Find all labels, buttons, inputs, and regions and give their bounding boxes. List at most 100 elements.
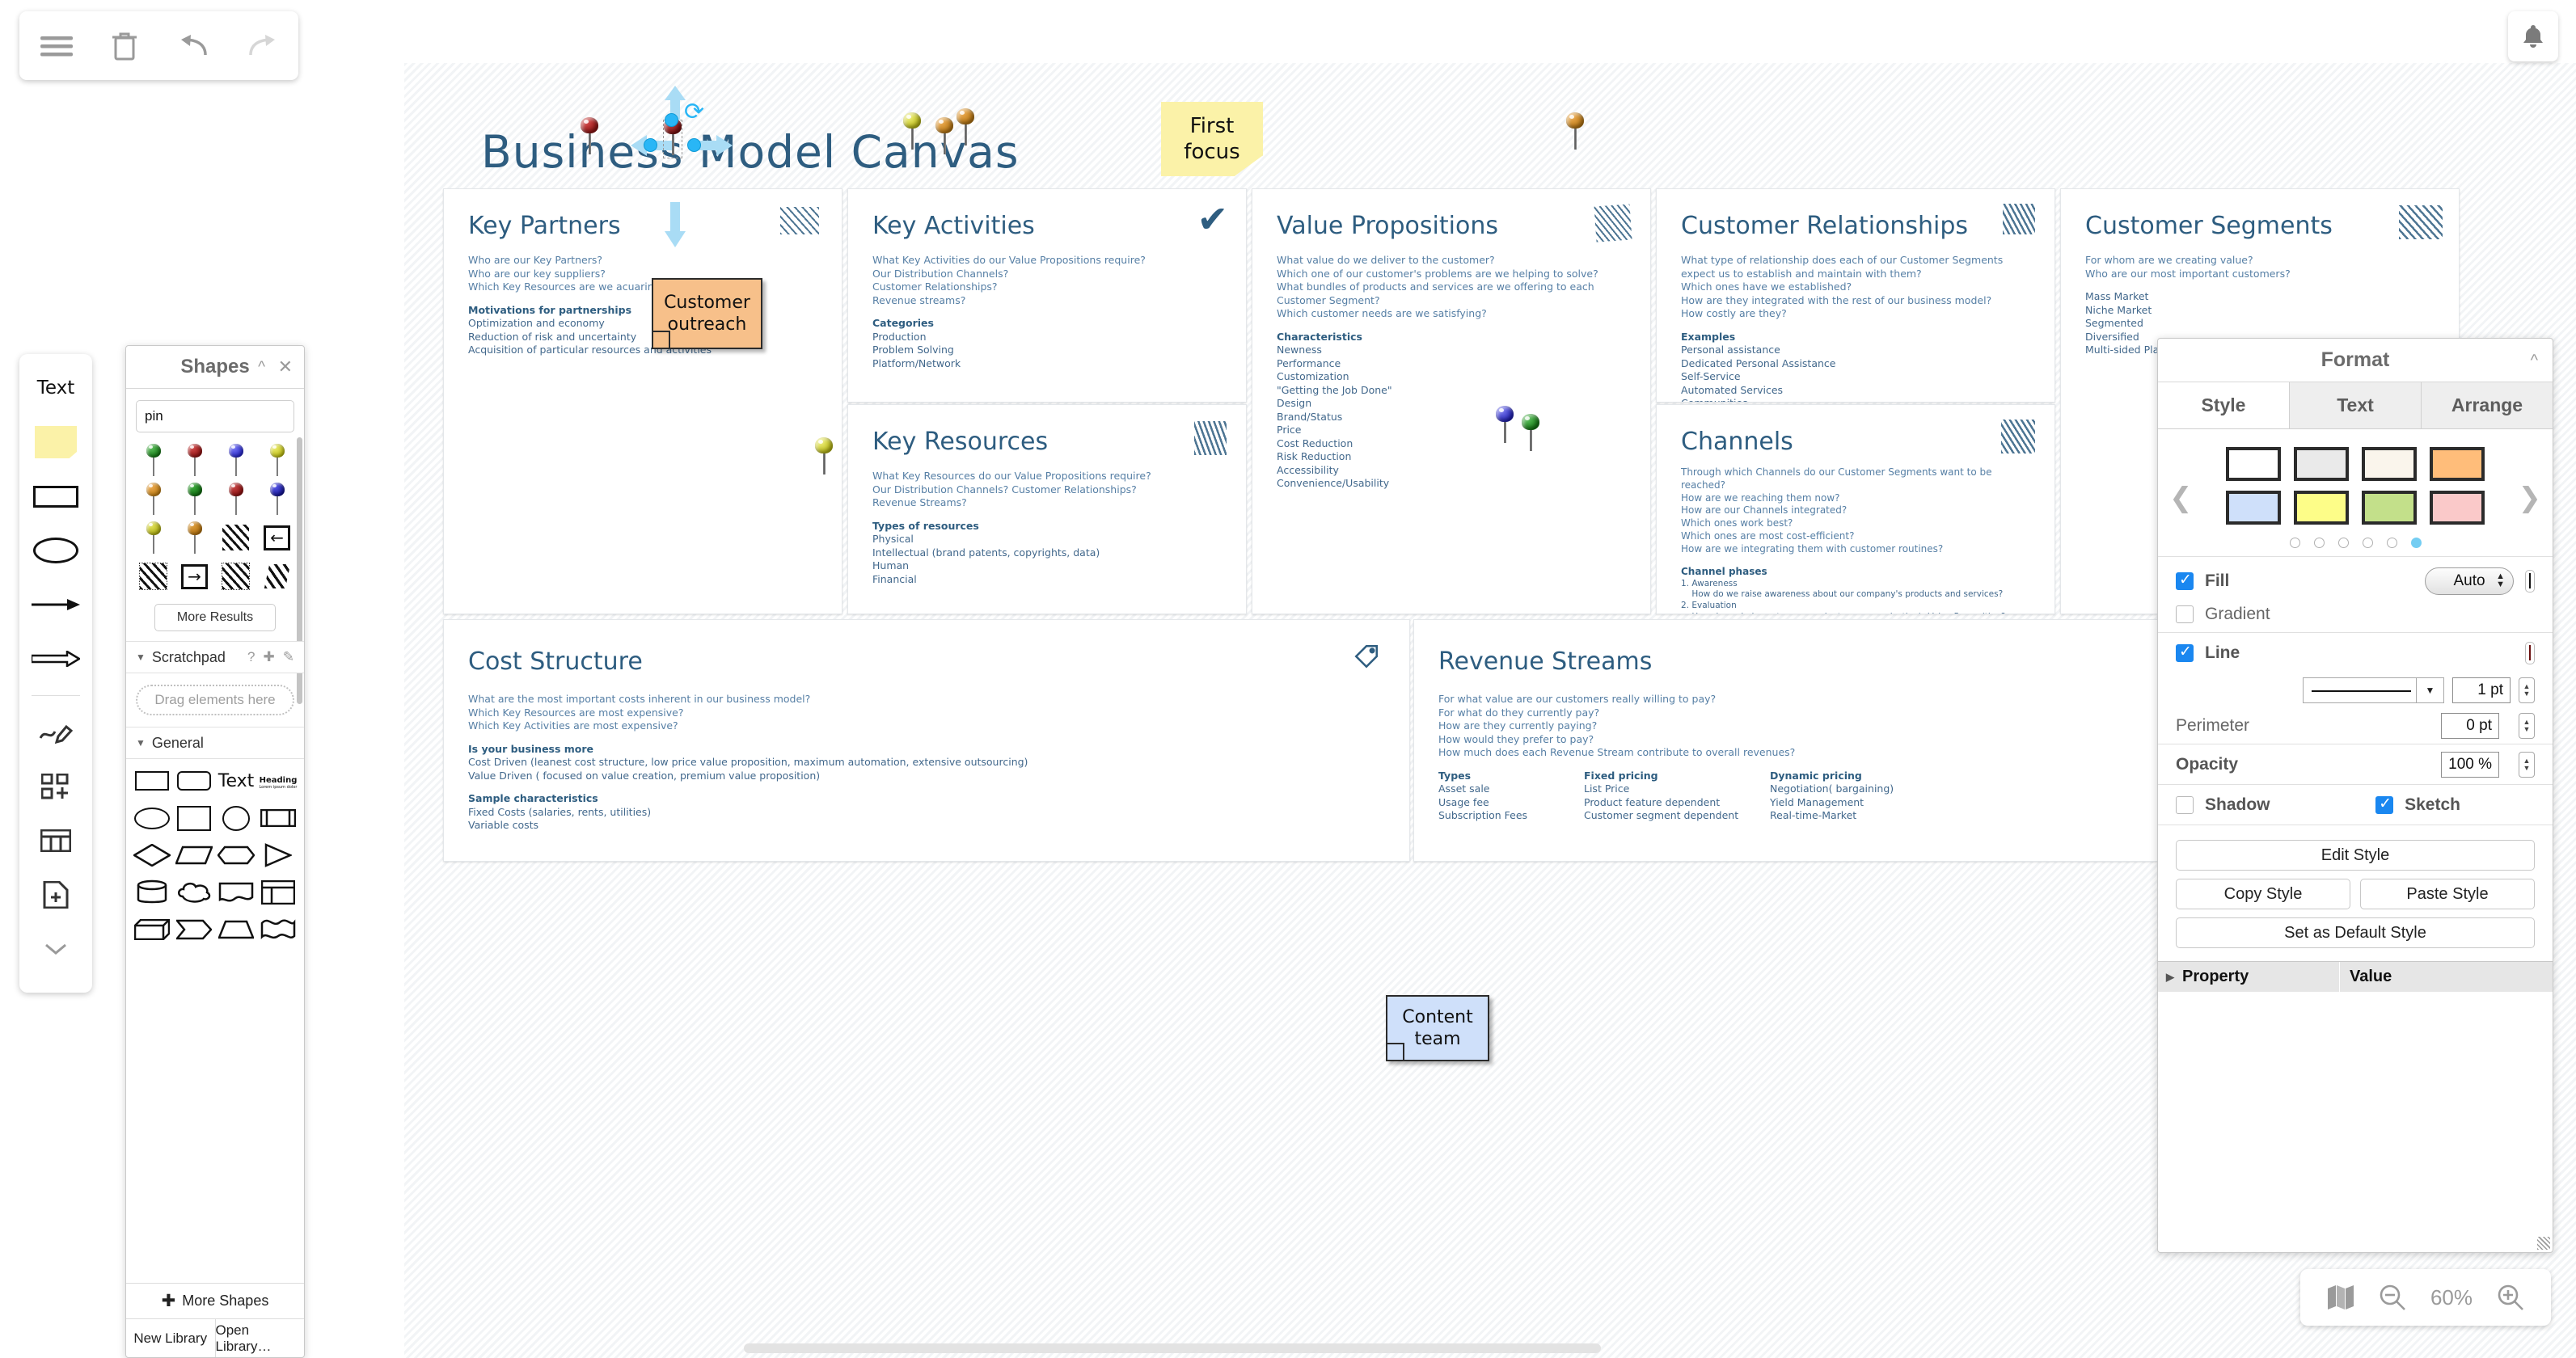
pager-dot-3[interactable]: [2362, 538, 2373, 548]
general-shape-text[interactable]: Text: [215, 767, 257, 795]
general-shape-parallelogram[interactable]: [173, 841, 215, 869]
general-section-header[interactable]: ▼ General: [126, 727, 304, 759]
redo-icon[interactable]: [247, 27, 280, 65]
canvas-cell-key-partners[interactable]: Key Partners Who are our Key Partners? W…: [443, 188, 842, 614]
general-shape-heading[interactable]: Heading Lorem ipsum dolor: [257, 767, 299, 795]
palette-rectangle-shape[interactable]: [27, 475, 84, 517]
search-input[interactable]: [145, 408, 304, 424]
line-width-stepper[interactable]: ▲ ▼: [2519, 677, 2535, 703]
swatch-6[interactable]: [2362, 491, 2417, 525]
paste-style-button[interactable]: Paste Style: [2360, 879, 2535, 909]
gradient-checkbox[interactable]: [2176, 605, 2194, 623]
canvas-cell-cost-structure[interactable]: Cost Structure What are the most importa…: [443, 619, 1410, 862]
general-shape-cube[interactable]: [131, 916, 173, 943]
shape-result-pin-orange[interactable]: [133, 481, 174, 517]
copy-style-button[interactable]: Copy Style: [2176, 879, 2350, 909]
pin-channels-green[interactable]: [1522, 414, 1539, 451]
canvas-cell-channels[interactable]: Channels Through which Channels do our C…: [1656, 404, 2055, 614]
new-library-button[interactable]: New Library: [126, 1319, 215, 1357]
general-shape-circle[interactable]: [215, 804, 257, 832]
line-checkbox[interactable]: [2176, 643, 2194, 662]
palette-table-icon[interactable]: [27, 820, 84, 862]
pin-value-props-orange2[interactable]: [956, 108, 974, 146]
general-shape-trapezoid[interactable]: [215, 916, 257, 943]
palette-add-page-icon[interactable]: [27, 874, 84, 916]
palette-note-shape[interactable]: [27, 421, 84, 463]
general-shape-triangle[interactable]: [257, 841, 299, 869]
opacity-stepper[interactable]: ▲ ▼: [2519, 751, 2535, 778]
palette-arrow-shape[interactable]: [27, 584, 84, 626]
shape-result-hatch[interactable]: [215, 520, 256, 555]
general-shape-rounded-rectangle[interactable]: [173, 767, 215, 795]
swatch-2[interactable]: [2362, 447, 2417, 481]
pin-key-partners[interactable]: [581, 117, 598, 154]
scratchpad-section-header[interactable]: ▼ Scratchpad ? ✚ ✎: [126, 641, 304, 673]
close-icon[interactable]: ✕: [278, 356, 293, 377]
canvas-cell-key-activities[interactable]: Key Activities ✔ What Key Activities do …: [847, 188, 1247, 403]
general-shape-cylinder[interactable]: [131, 879, 173, 906]
panel-resize-handle[interactable]: [2537, 1237, 2550, 1250]
line-style-select[interactable]: ▼: [2303, 677, 2444, 703]
general-shape-ellipse[interactable]: [131, 804, 173, 832]
shape-result-pin-orange-2[interactable]: [174, 520, 215, 555]
menu-icon[interactable]: [40, 27, 73, 65]
fill-checkbox[interactable]: [2176, 571, 2194, 590]
shape-result-hatch-dotted-2[interactable]: [215, 559, 256, 594]
zoom-in-button[interactable]: [2497, 1284, 2524, 1311]
swatch-4[interactable]: [2226, 491, 2281, 525]
shape-result-pin-green[interactable]: [133, 442, 174, 478]
set-default-style-button[interactable]: Set as Default Style: [2176, 917, 2535, 948]
opacity-input[interactable]: 100 %: [2441, 751, 2499, 778]
general-shape-internal-storage[interactable]: [257, 879, 299, 906]
pin-value-props-orange1[interactable]: [935, 117, 953, 154]
swatch-prev-icon[interactable]: ❮: [2169, 484, 2193, 512]
line-width-input[interactable]: 1 pt: [2452, 677, 2511, 703]
shape-result-pin-yellow[interactable]: [256, 442, 298, 478]
shape-result-pin-green-2[interactable]: [174, 481, 215, 517]
palette-freehand-icon[interactable]: [27, 711, 84, 753]
pager-dot-2[interactable]: [2337, 538, 2349, 548]
pager-dot-0[interactable]: [2289, 538, 2300, 548]
sticky-note-customer-outreach[interactable]: Customer outreach: [652, 278, 762, 349]
collapse-icon[interactable]: ^: [2531, 352, 2538, 370]
shape-result-pin-darkblue[interactable]: [256, 481, 298, 517]
canvas-cell-key-resources[interactable]: Key Resources What Key Resources do our …: [847, 404, 1247, 614]
pin-channels-blue[interactable]: [1496, 406, 1514, 443]
open-library-button[interactable]: Open Library…: [214, 1319, 305, 1357]
help-icon[interactable]: ?: [247, 649, 255, 665]
pager-dot-5[interactable]: [2410, 538, 2422, 548]
outline-map-icon[interactable]: [2327, 1284, 2354, 1310]
general-shape-hexagon[interactable]: [215, 841, 257, 869]
tab-style[interactable]: Style: [2158, 382, 2289, 428]
delete-icon[interactable]: [112, 27, 137, 65]
shape-result-pin-yellow-2[interactable]: [133, 520, 174, 555]
edit-style-button[interactable]: Edit Style: [2176, 840, 2535, 871]
palette-expand-more-icon[interactable]: [27, 928, 84, 970]
more-results-button[interactable]: More Results: [154, 604, 276, 631]
canvas-cell-value-propositions[interactable]: Value Propositions What value do we deli…: [1252, 188, 1651, 614]
swatch-3[interactable]: [2430, 447, 2485, 481]
perimeter-stepper[interactable]: ▲ ▼: [2519, 713, 2535, 739]
sticky-note-first-focus[interactable]: First focus: [1161, 102, 1263, 176]
shape-result-pin-blue[interactable]: [215, 442, 256, 478]
add-icon[interactable]: ✚: [264, 649, 275, 665]
shape-result-pin-red[interactable]: [174, 442, 215, 478]
pager-dot-1[interactable]: [2313, 538, 2325, 548]
perimeter-input[interactable]: 0 pt: [2441, 713, 2499, 739]
shape-result-arrow-left[interactable]: ←: [256, 520, 298, 555]
zoom-level-label[interactable]: 60%: [2430, 1285, 2473, 1310]
undo-icon[interactable]: [176, 27, 209, 65]
expand-properties-icon[interactable]: ▶: [2166, 971, 2174, 984]
swatch-7[interactable]: [2430, 491, 2485, 525]
canvas-cell-customer-relationships[interactable]: Customer Relationships What type of rela…: [1656, 188, 2055, 403]
scratchpad-drop-area[interactable]: Drag elements here: [136, 685, 294, 715]
more-shapes-button[interactable]: ✚ More Shapes: [126, 1283, 304, 1318]
pager-dot-4[interactable]: [2386, 538, 2397, 548]
swatch-1[interactable]: [2294, 447, 2349, 481]
horizontal-scrollbar[interactable]: [404, 1343, 2576, 1355]
shadow-checkbox[interactable]: [2176, 795, 2194, 814]
notifications-button[interactable]: [2508, 11, 2558, 61]
rotate-icon[interactable]: ⟳: [684, 100, 704, 124]
collapse-icon[interactable]: ^: [258, 359, 265, 377]
palette-text-tool[interactable]: Text: [27, 367, 84, 409]
